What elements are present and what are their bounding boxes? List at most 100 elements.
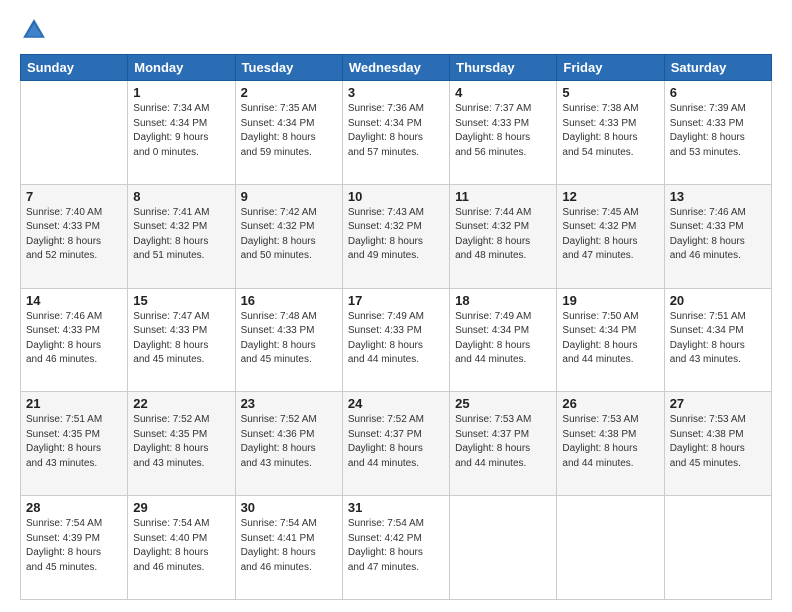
day-number: 8 <box>133 189 229 204</box>
calendar-cell: 28 Sunrise: 7:54 AMSunset: 4:39 PMDaylig… <box>21 496 128 600</box>
calendar-cell: 8 Sunrise: 7:41 AMSunset: 4:32 PMDayligh… <box>128 184 235 288</box>
weekday-header-sunday: Sunday <box>21 55 128 81</box>
calendar-cell: 1 Sunrise: 7:34 AMSunset: 4:34 PMDayligh… <box>128 81 235 185</box>
day-info: Sunrise: 7:48 AMSunset: 4:33 PMDaylight:… <box>241 311 317 366</box>
calendar-week-1: 1 Sunrise: 7:34 AMSunset: 4:34 PMDayligh… <box>21 81 772 185</box>
day-number: 20 <box>670 293 766 308</box>
day-info: Sunrise: 7:53 AMSunset: 4:38 PMDaylight:… <box>670 414 746 469</box>
day-number: 6 <box>670 85 766 100</box>
day-number: 5 <box>562 85 658 100</box>
page: SundayMondayTuesdayWednesdayThursdayFrid… <box>0 0 792 612</box>
calendar-cell: 27 Sunrise: 7:53 AMSunset: 4:38 PMDaylig… <box>664 392 771 496</box>
calendar-cell: 22 Sunrise: 7:52 AMSunset: 4:35 PMDaylig… <box>128 392 235 496</box>
calendar-week-4: 21 Sunrise: 7:51 AMSunset: 4:35 PMDaylig… <box>21 392 772 496</box>
day-info: Sunrise: 7:49 AMSunset: 4:33 PMDaylight:… <box>348 311 424 366</box>
day-info: Sunrise: 7:39 AMSunset: 4:33 PMDaylight:… <box>670 103 746 158</box>
day-info: Sunrise: 7:54 AMSunset: 4:39 PMDaylight:… <box>26 518 102 573</box>
weekday-header-saturday: Saturday <box>664 55 771 81</box>
day-info: Sunrise: 7:46 AMSunset: 4:33 PMDaylight:… <box>670 207 746 262</box>
day-number: 4 <box>455 85 551 100</box>
day-info: Sunrise: 7:53 AMSunset: 4:37 PMDaylight:… <box>455 414 531 469</box>
day-number: 7 <box>26 189 122 204</box>
weekday-header-friday: Friday <box>557 55 664 81</box>
calendar-cell: 3 Sunrise: 7:36 AMSunset: 4:34 PMDayligh… <box>342 81 449 185</box>
day-number: 25 <box>455 396 551 411</box>
day-info: Sunrise: 7:45 AMSunset: 4:32 PMDaylight:… <box>562 207 638 262</box>
calendar-cell <box>664 496 771 600</box>
day-number: 3 <box>348 85 444 100</box>
day-info: Sunrise: 7:51 AMSunset: 4:34 PMDaylight:… <box>670 311 746 366</box>
day-number: 24 <box>348 396 444 411</box>
day-info: Sunrise: 7:52 AMSunset: 4:37 PMDaylight:… <box>348 414 424 469</box>
calendar-cell: 12 Sunrise: 7:45 AMSunset: 4:32 PMDaylig… <box>557 184 664 288</box>
day-info: Sunrise: 7:49 AMSunset: 4:34 PMDaylight:… <box>455 311 531 366</box>
calendar-cell: 6 Sunrise: 7:39 AMSunset: 4:33 PMDayligh… <box>664 81 771 185</box>
calendar-cell: 24 Sunrise: 7:52 AMSunset: 4:37 PMDaylig… <box>342 392 449 496</box>
day-info: Sunrise: 7:36 AMSunset: 4:34 PMDaylight:… <box>348 103 424 158</box>
calendar-cell: 9 Sunrise: 7:42 AMSunset: 4:32 PMDayligh… <box>235 184 342 288</box>
calendar-cell: 7 Sunrise: 7:40 AMSunset: 4:33 PMDayligh… <box>21 184 128 288</box>
weekday-header-tuesday: Tuesday <box>235 55 342 81</box>
day-number: 19 <box>562 293 658 308</box>
calendar-cell: 17 Sunrise: 7:49 AMSunset: 4:33 PMDaylig… <box>342 288 449 392</box>
calendar-cell: 15 Sunrise: 7:47 AMSunset: 4:33 PMDaylig… <box>128 288 235 392</box>
day-number: 16 <box>241 293 337 308</box>
calendar-week-3: 14 Sunrise: 7:46 AMSunset: 4:33 PMDaylig… <box>21 288 772 392</box>
day-info: Sunrise: 7:37 AMSunset: 4:33 PMDaylight:… <box>455 103 531 158</box>
day-info: Sunrise: 7:51 AMSunset: 4:35 PMDaylight:… <box>26 414 102 469</box>
weekday-header-wednesday: Wednesday <box>342 55 449 81</box>
calendar-week-2: 7 Sunrise: 7:40 AMSunset: 4:33 PMDayligh… <box>21 184 772 288</box>
calendar-cell: 2 Sunrise: 7:35 AMSunset: 4:34 PMDayligh… <box>235 81 342 185</box>
calendar-cell: 21 Sunrise: 7:51 AMSunset: 4:35 PMDaylig… <box>21 392 128 496</box>
calendar-header-row: SundayMondayTuesdayWednesdayThursdayFrid… <box>21 55 772 81</box>
calendar-cell: 25 Sunrise: 7:53 AMSunset: 4:37 PMDaylig… <box>450 392 557 496</box>
day-number: 10 <box>348 189 444 204</box>
day-number: 18 <box>455 293 551 308</box>
day-info: Sunrise: 7:40 AMSunset: 4:33 PMDaylight:… <box>26 207 102 262</box>
calendar-cell: 16 Sunrise: 7:48 AMSunset: 4:33 PMDaylig… <box>235 288 342 392</box>
calendar-cell: 31 Sunrise: 7:54 AMSunset: 4:42 PMDaylig… <box>342 496 449 600</box>
calendar-cell <box>450 496 557 600</box>
day-number: 28 <box>26 500 122 515</box>
calendar-cell: 13 Sunrise: 7:46 AMSunset: 4:33 PMDaylig… <box>664 184 771 288</box>
day-info: Sunrise: 7:34 AMSunset: 4:34 PMDaylight:… <box>133 103 209 158</box>
day-number: 15 <box>133 293 229 308</box>
day-number: 11 <box>455 189 551 204</box>
calendar-cell <box>557 496 664 600</box>
day-number: 27 <box>670 396 766 411</box>
day-info: Sunrise: 7:54 AMSunset: 4:41 PMDaylight:… <box>241 518 317 573</box>
calendar-week-5: 28 Sunrise: 7:54 AMSunset: 4:39 PMDaylig… <box>21 496 772 600</box>
logo <box>20 16 52 44</box>
day-number: 2 <box>241 85 337 100</box>
weekday-header-monday: Monday <box>128 55 235 81</box>
day-info: Sunrise: 7:42 AMSunset: 4:32 PMDaylight:… <box>241 207 317 262</box>
calendar-cell: 4 Sunrise: 7:37 AMSunset: 4:33 PMDayligh… <box>450 81 557 185</box>
calendar-cell: 10 Sunrise: 7:43 AMSunset: 4:32 PMDaylig… <box>342 184 449 288</box>
calendar-cell: 5 Sunrise: 7:38 AMSunset: 4:33 PMDayligh… <box>557 81 664 185</box>
calendar-cell: 19 Sunrise: 7:50 AMSunset: 4:34 PMDaylig… <box>557 288 664 392</box>
day-number: 1 <box>133 85 229 100</box>
day-info: Sunrise: 7:38 AMSunset: 4:33 PMDaylight:… <box>562 103 638 158</box>
calendar-table: SundayMondayTuesdayWednesdayThursdayFrid… <box>20 54 772 600</box>
calendar-cell: 11 Sunrise: 7:44 AMSunset: 4:32 PMDaylig… <box>450 184 557 288</box>
header <box>20 16 772 44</box>
day-info: Sunrise: 7:41 AMSunset: 4:32 PMDaylight:… <box>133 207 209 262</box>
day-info: Sunrise: 7:44 AMSunset: 4:32 PMDaylight:… <box>455 207 531 262</box>
day-number: 22 <box>133 396 229 411</box>
day-info: Sunrise: 7:47 AMSunset: 4:33 PMDaylight:… <box>133 311 209 366</box>
day-info: Sunrise: 7:54 AMSunset: 4:42 PMDaylight:… <box>348 518 424 573</box>
day-info: Sunrise: 7:50 AMSunset: 4:34 PMDaylight:… <box>562 311 638 366</box>
day-number: 23 <box>241 396 337 411</box>
weekday-header-thursday: Thursday <box>450 55 557 81</box>
calendar-cell: 18 Sunrise: 7:49 AMSunset: 4:34 PMDaylig… <box>450 288 557 392</box>
calendar-cell: 30 Sunrise: 7:54 AMSunset: 4:41 PMDaylig… <box>235 496 342 600</box>
day-number: 13 <box>670 189 766 204</box>
day-number: 26 <box>562 396 658 411</box>
day-number: 21 <box>26 396 122 411</box>
day-number: 14 <box>26 293 122 308</box>
calendar-cell: 23 Sunrise: 7:52 AMSunset: 4:36 PMDaylig… <box>235 392 342 496</box>
day-info: Sunrise: 7:53 AMSunset: 4:38 PMDaylight:… <box>562 414 638 469</box>
day-number: 12 <box>562 189 658 204</box>
calendar-cell: 26 Sunrise: 7:53 AMSunset: 4:38 PMDaylig… <box>557 392 664 496</box>
day-number: 30 <box>241 500 337 515</box>
